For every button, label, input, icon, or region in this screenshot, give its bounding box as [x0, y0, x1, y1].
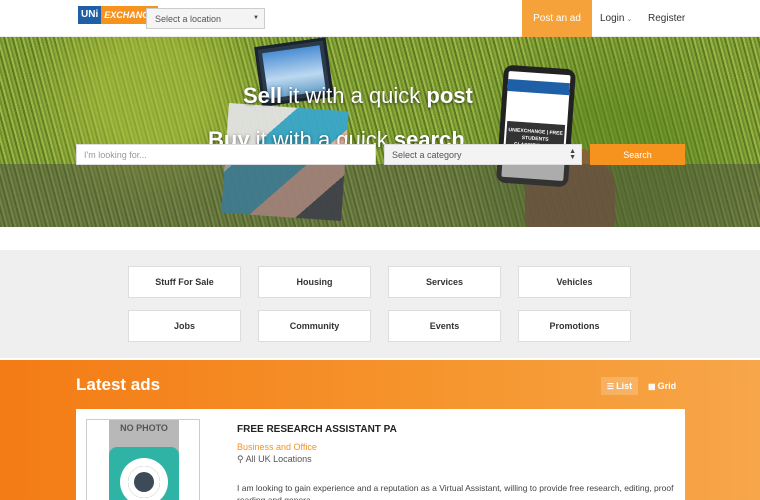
ad-description: I am looking to gain experience and a re…	[237, 483, 674, 500]
no-photo-label: NO PHOTO	[120, 423, 168, 433]
latest-ads-section: Latest ads ☰ List ▦ Grid NO PHOTO FREE RES…	[0, 360, 760, 500]
register-link[interactable]: Register	[648, 13, 685, 24]
ad-card[interactable]: NO PHOTO FREE RESEARCH ASSISTANT PA Busi…	[76, 409, 685, 500]
ad-title[interactable]: FREE RESEARCH ASSISTANT PA	[237, 424, 397, 435]
login-menu[interactable]: Login ⌄	[600, 13, 632, 24]
location-select[interactable]: Select a location ▼	[146, 8, 265, 29]
category-housing[interactable]: Housing	[258, 266, 371, 298]
search-band	[0, 164, 760, 227]
ad-thumbnail[interactable]: NO PHOTO	[86, 419, 200, 500]
grid-icon: ▦	[648, 381, 656, 391]
category-stuff-for-sale[interactable]: Stuff For Sale	[128, 266, 241, 298]
caret-down-icon: ▼	[253, 15, 259, 21]
map-pin-icon: ⚲	[237, 454, 244, 464]
category-jobs[interactable]: Jobs	[128, 310, 241, 342]
login-label: Login	[600, 13, 625, 24]
list-icon: ☰	[606, 381, 615, 391]
category-grid: Stuff For Sale Housing Services Vehicles…	[0, 250, 760, 358]
category-promotions[interactable]: Promotions	[518, 310, 631, 342]
post-ad-button[interactable]: Post an ad	[522, 0, 592, 37]
search-input[interactable]: I'm looking for...	[76, 144, 376, 165]
chevron-down-icon: ⌄	[626, 16, 633, 23]
search-button[interactable]: Search	[590, 144, 685, 165]
hero-headline-sell: Sell it with a quick post	[243, 83, 473, 108]
logo-uni: UNi	[78, 6, 102, 24]
category-vehicles[interactable]: Vehicles	[518, 266, 631, 298]
ad-category[interactable]: Business and Office	[237, 442, 317, 452]
category-community[interactable]: Community	[258, 310, 371, 342]
category-events[interactable]: Events	[388, 310, 501, 342]
top-header: UNi EXCHANGE Select a location ▼ Post an…	[0, 0, 760, 37]
up-down-caret-icon: ▲ ▼	[569, 148, 576, 161]
camera-icon	[109, 447, 179, 500]
category-services[interactable]: Services	[388, 266, 501, 298]
category-select[interactable]: Select a category ▲ ▼	[384, 144, 582, 165]
hero-banner: UNIEXCHANGE | FREE STUDENTS CLASSIFIED A…	[0, 37, 760, 227]
grid-view-button[interactable]: ▦ Grid	[648, 377, 676, 395]
location-select-label: Select a location	[155, 14, 222, 24]
list-view-button[interactable]: ☰ List	[601, 377, 638, 395]
category-select-label: Select a category	[392, 150, 462, 160]
ad-location: ⚲ All UK Locations	[237, 454, 312, 464]
latest-ads-title: Latest ads	[76, 375, 161, 394]
